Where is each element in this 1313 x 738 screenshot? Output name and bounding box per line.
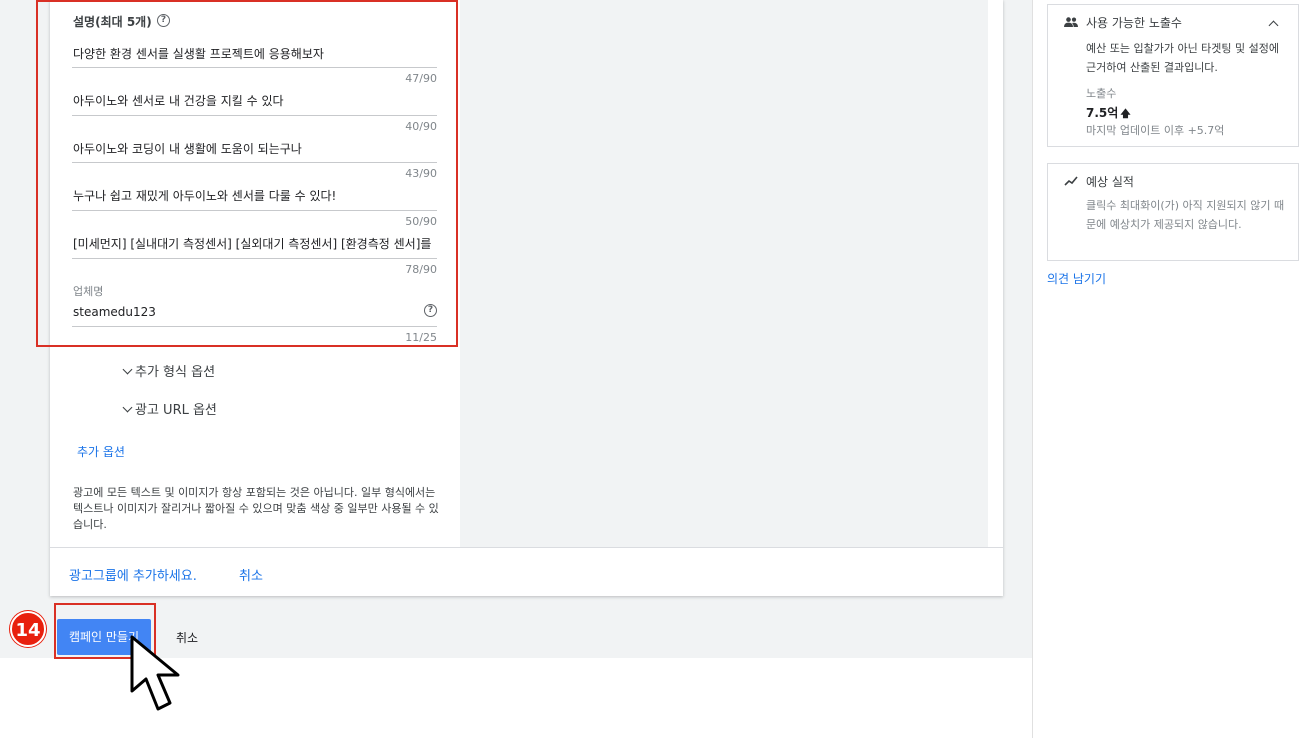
performance-panel: 예상 실적 클릭수 최대화이(가) 아직 지원되지 않기 때문에 예상치가 제공…	[1047, 163, 1299, 261]
chevron-down-icon	[122, 402, 133, 413]
field-underline	[72, 115, 437, 116]
extra-format-options-label: 추가 형식 옵션	[135, 365, 216, 380]
description-field-3[interactable]: 아두이노와 코딩이 내 생활에 도움이 되는구나	[73, 140, 437, 157]
description-field-1[interactable]: 다양한 환경 센서를 실생활 프로젝트에 응용해보자	[73, 45, 437, 62]
char-counter: 40/90	[405, 120, 437, 133]
impressions-description: 예산 또는 입찰가가 아닌 타겟팅 및 설정에 근거하여 산출된 결과입니다.	[1086, 42, 1280, 74]
field-underline	[72, 326, 437, 327]
ad-display-note: 광고에 모든 텍스트 및 이미지가 항상 포함되는 것은 아닙니다. 일부 형식…	[73, 486, 439, 531]
add-to-adgroup-link[interactable]: 광고그룹에 추가하세요.	[69, 565, 197, 584]
help-icon[interactable]: ?	[157, 14, 170, 27]
impressions-value-text: 7.5억	[1086, 106, 1119, 120]
ad-url-options-label: 광고 URL 옵션	[135, 403, 217, 418]
description-field-2[interactable]: 아두이노와 센서로 내 건강을 지킬 수 있다	[73, 92, 437, 109]
performance-description: 클릭수 최대화이(가) 아직 지원되지 않기 때문에 예상치가 제공되지 않습니…	[1086, 199, 1285, 231]
pointer-cursor-icon	[130, 635, 180, 711]
more-options-link[interactable]: 추가 옵션	[77, 443, 125, 460]
page: 추가 형식 옵션 광고 URL 옵션 광고그룹에 추가하세요. 취소 설명(최대…	[0, 0, 1313, 738]
description-title-text: 설명(최대 5개)	[73, 15, 152, 29]
char-counter: 11/25	[405, 331, 437, 344]
impressions-panel: 사용 가능한 노출수 예산 또는 입찰가가 아닌 타겟팅 및 설정에 근거하여 …	[1047, 4, 1299, 147]
ad-url-options-toggle[interactable]: 광고 URL 옵션	[122, 399, 217, 418]
help-icon[interactable]: ?	[424, 304, 437, 317]
extra-format-options-toggle[interactable]: 추가 형식 옵션	[122, 361, 215, 380]
description-field-5[interactable]: [미세먼지] [실내대기 측정센서] [실외대기 측정센서] [환경측정 센서]…	[73, 235, 437, 252]
card-cancel-link[interactable]: 취소	[239, 565, 263, 584]
ad-preview-pane	[460, 0, 988, 548]
field-underline	[72, 162, 437, 163]
feedback-link[interactable]: 의견 남기기	[1047, 270, 1106, 287]
impressions-metric-label: 노출수	[1086, 87, 1117, 100]
impressions-update-note: 마지막 업데이트 이후 +5.7억	[1086, 124, 1225, 137]
chevron-down-icon	[122, 364, 133, 375]
business-name-label: 업체명	[73, 285, 104, 298]
people-icon	[1064, 17, 1078, 27]
field-underline	[72, 258, 437, 259]
arrow-up-icon: 🡅	[1120, 109, 1131, 120]
step-number-badge: 14	[10, 611, 46, 647]
char-counter: 50/90	[405, 215, 437, 228]
performance-title: 예상 실적	[1086, 175, 1134, 189]
char-counter: 43/90	[405, 167, 437, 180]
char-counter: 78/90	[405, 263, 437, 276]
trend-icon	[1064, 176, 1078, 186]
impressions-title: 사용 가능한 노출수	[1086, 16, 1182, 30]
business-name-field[interactable]: steamedu123	[73, 305, 373, 319]
description-field-4[interactable]: 누구나 쉽고 재밌게 아두이노와 센서를 다룰 수 있다!	[73, 187, 437, 204]
impressions-metric-value: 7.5억 🡅	[1086, 104, 1131, 124]
field-underline	[72, 67, 437, 68]
description-section-title: 설명(최대 5개)	[73, 13, 152, 30]
card-footer: 광고그룹에 추가하세요. 취소	[50, 547, 1003, 596]
char-counter: 47/90	[405, 72, 437, 85]
field-underline	[72, 210, 437, 211]
chevron-up-icon[interactable]	[1268, 20, 1279, 31]
